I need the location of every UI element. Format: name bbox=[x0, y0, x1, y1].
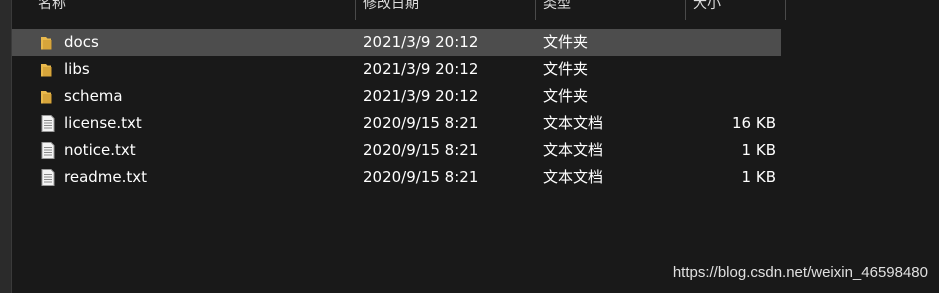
text-file-icon bbox=[40, 142, 56, 159]
text-file-icon bbox=[40, 169, 56, 186]
file-name: notice.txt bbox=[64, 141, 136, 159]
navigation-pane-edge[interactable] bbox=[0, 0, 12, 293]
file-name: readme.txt bbox=[64, 168, 148, 186]
file-date: 2021/3/9 20:12 bbox=[363, 33, 479, 51]
file-row[interactable]: schema 2021/3/9 20:12 文件夹 bbox=[12, 83, 781, 110]
file-type: 文件夹 bbox=[543, 33, 589, 51]
column-header-type[interactable]: 类型 bbox=[543, 0, 683, 20]
watermark-text: https://blog.csdn.net/weixin_46598480 bbox=[672, 264, 928, 281]
column-divider[interactable] bbox=[685, 0, 686, 20]
column-divider[interactable] bbox=[535, 0, 536, 20]
file-date: 2021/3/9 20:12 bbox=[363, 60, 479, 78]
file-type: 文件夹 bbox=[543, 60, 589, 78]
file-name: license.txt bbox=[64, 114, 142, 132]
file-row[interactable]: libs 2021/3/9 20:12 文件夹 bbox=[12, 56, 781, 83]
column-header-bar: 名称 修改日期 类型 大小 bbox=[12, 0, 939, 22]
file-type: 文本文档 bbox=[543, 114, 604, 132]
column-divider[interactable] bbox=[785, 0, 786, 20]
file-size: 1 KB bbox=[741, 168, 776, 186]
file-date: 2020/9/15 8:21 bbox=[363, 141, 479, 159]
file-type: 文件夹 bbox=[543, 87, 589, 105]
folder-icon bbox=[40, 61, 56, 78]
column-header-date-label: 修改日期 bbox=[363, 0, 419, 12]
column-header-size-label: 大小 bbox=[693, 0, 721, 12]
text-file-icon bbox=[40, 115, 56, 132]
file-name: schema bbox=[64, 87, 123, 105]
file-size: 16 KB bbox=[732, 114, 776, 132]
column-header-name-label: 名称 bbox=[38, 0, 66, 12]
column-header-size[interactable]: 大小 bbox=[693, 0, 773, 20]
column-header-type-label: 类型 bbox=[543, 0, 571, 12]
folder-icon bbox=[40, 88, 56, 105]
column-header-name[interactable]: 名称 bbox=[38, 0, 338, 20]
file-row[interactable]: readme.txt 2020/9/15 8:21 文本文档 1 KB bbox=[12, 164, 781, 191]
file-size: 1 KB bbox=[741, 141, 776, 159]
file-name: docs bbox=[64, 33, 99, 51]
file-date: 2020/9/15 8:21 bbox=[363, 114, 479, 132]
file-row[interactable]: docs 2021/3/9 20:12 文件夹 bbox=[12, 29, 781, 56]
column-header-date[interactable]: 修改日期 bbox=[363, 0, 523, 20]
file-date: 2021/3/9 20:12 bbox=[363, 87, 479, 105]
file-type: 文本文档 bbox=[543, 141, 604, 159]
file-type: 文本文档 bbox=[543, 168, 604, 186]
file-date: 2020/9/15 8:21 bbox=[363, 168, 479, 186]
file-name: libs bbox=[64, 60, 90, 78]
column-divider[interactable] bbox=[355, 0, 356, 20]
folder-icon bbox=[40, 34, 56, 51]
file-row[interactable]: license.txt 2020/9/15 8:21 文本文档 16 KB bbox=[12, 110, 781, 137]
file-list: docs 2021/3/9 20:12 文件夹 libs 2021/3/9 20… bbox=[12, 29, 792, 191]
file-row[interactable]: notice.txt 2020/9/15 8:21 文本文档 1 KB bbox=[12, 137, 781, 164]
